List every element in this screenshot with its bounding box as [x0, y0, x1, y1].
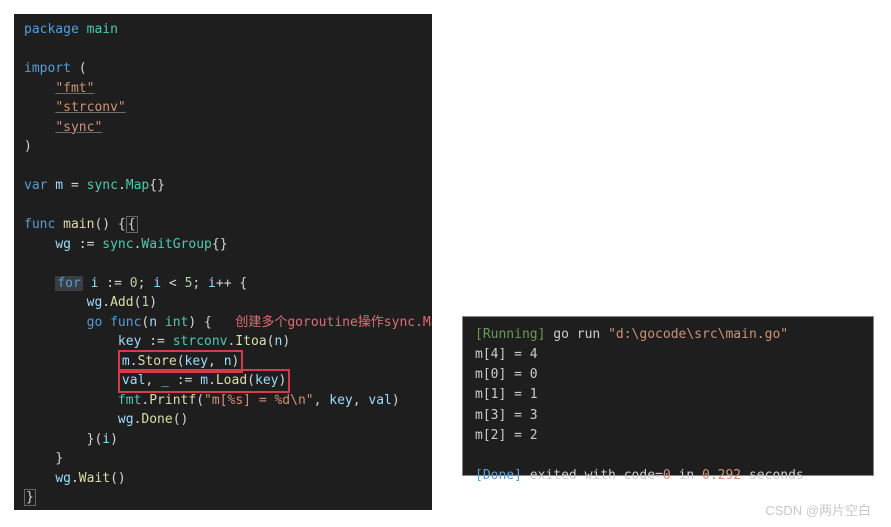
- code-line: }(i): [24, 430, 422, 450]
- code-editor[interactable]: package main import ( "fmt" "strconv" "s…: [14, 14, 432, 510]
- code-line: ): [24, 137, 422, 157]
- code-line: wg.Wait(): [24, 469, 422, 489]
- code-line: fmt.Printf("m[%s] = %d\n", key, val): [24, 391, 422, 411]
- code-line: wg.Done(): [24, 410, 422, 430]
- terminal-line: m[4] = 4: [475, 345, 861, 365]
- terminal-output[interactable]: [Running] go run "d:\gocode\src\main.go"…: [462, 316, 874, 476]
- terminal-line: [Done] exited with code=0 in 0.292 secon…: [475, 466, 861, 486]
- code-line: func main() {{: [24, 215, 422, 235]
- code-line: "strconv": [24, 98, 422, 118]
- terminal-line: [Running] go run "d:\gocode\src\main.go": [475, 325, 861, 345]
- code-line: }: [24, 449, 422, 469]
- terminal-line: [475, 446, 861, 466]
- code-line: [24, 40, 422, 60]
- code-line: package main: [24, 20, 422, 40]
- code-line: [24, 196, 422, 216]
- code-line: go func(n int) { 创建多个goroutine操作sync.Map: [24, 313, 422, 333]
- code-line: [24, 157, 422, 177]
- terminal-line: m[2] = 2: [475, 426, 861, 446]
- terminal-line: m[3] = 3: [475, 406, 861, 426]
- annotation-text: 创建多个goroutine操作sync.Map: [235, 315, 432, 330]
- code-line: var m = sync.Map{}: [24, 176, 422, 196]
- code-line: [24, 254, 422, 274]
- code-line: "fmt": [24, 79, 422, 99]
- code-line: }: [24, 488, 422, 508]
- terminal-line: m[1] = 1: [475, 385, 861, 405]
- watermark: CSDN @两片空白: [765, 500, 871, 519]
- highlight-box: val, _ := m.Load(key): [118, 369, 290, 393]
- code-line: val, _ := m.Load(key): [24, 371, 422, 391]
- code-line: wg := sync.WaitGroup{}: [24, 235, 422, 255]
- terminal-line: m[0] = 0: [475, 365, 861, 385]
- code-line: import (: [24, 59, 422, 79]
- code-line: for i := 0; i < 5; i++ {: [24, 274, 422, 294]
- code-line: "sync": [24, 118, 422, 138]
- code-line: wg.Add(1): [24, 293, 422, 313]
